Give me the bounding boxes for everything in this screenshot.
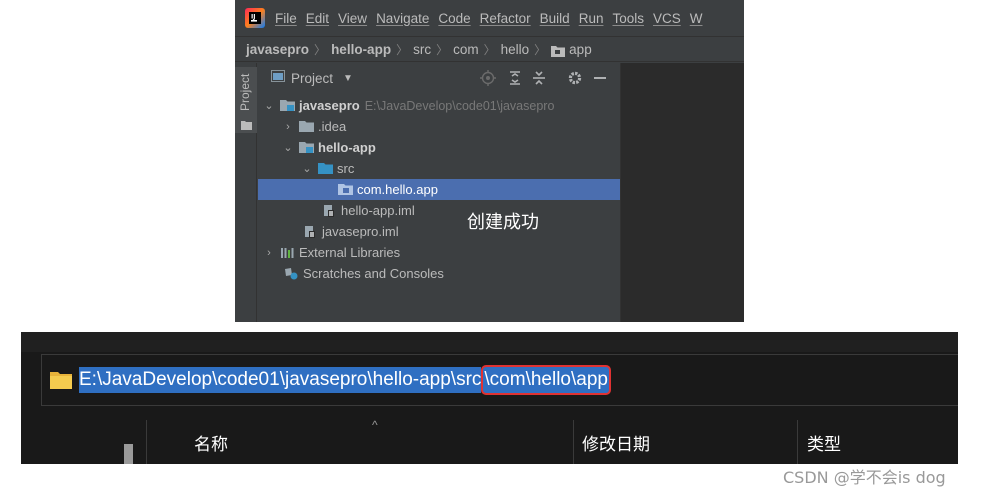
breadcrumb-com[interactable]: com bbox=[453, 42, 479, 57]
column-divider[interactable] bbox=[797, 420, 798, 464]
menu-view[interactable]: View bbox=[338, 11, 367, 26]
dropdown-arrow-icon[interactable]: ▼ bbox=[343, 73, 353, 84]
tree-node-hello-app[interactable]: ⌄ hello-app bbox=[258, 137, 620, 158]
collapse-all-icon[interactable] bbox=[531, 70, 547, 86]
column-divider[interactable] bbox=[146, 420, 147, 464]
chevron-down-icon[interactable]: ⌄ bbox=[301, 162, 313, 175]
tree-label: .idea bbox=[318, 119, 347, 134]
project-panel-header: Project ▼ bbox=[258, 63, 620, 93]
breadcrumb-separator: 〉 bbox=[314, 42, 327, 57]
folder-icon bbox=[50, 371, 72, 389]
menu-file[interactable]: File bbox=[275, 11, 297, 26]
tree-label: javasepro bbox=[299, 98, 360, 113]
gear-icon[interactable] bbox=[567, 70, 583, 86]
chevron-down-icon[interactable]: ⌄ bbox=[282, 141, 294, 154]
project-tool-window: Project ▼ ⌄ javasepro E:\JavaDevelop\cod… bbox=[258, 63, 620, 322]
breadcrumb-hello-app[interactable]: hello-app bbox=[331, 42, 391, 57]
tree-node-external-libraries[interactable]: › External Libraries bbox=[258, 242, 620, 263]
breadcrumb-separator: 〉 bbox=[483, 42, 496, 57]
locate-file-icon[interactable] bbox=[480, 70, 496, 86]
file-explorer-window: E:\JavaDevelop\code01\javasepro\hello-ap… bbox=[21, 332, 958, 464]
tree-node-hello-app-iml[interactable]: hello-app.iml bbox=[258, 200, 620, 221]
tree-label: hello-app bbox=[318, 140, 376, 155]
menu-code[interactable]: Code bbox=[438, 11, 470, 26]
menu-bar: IJ File Edit View Navigate Code Refactor… bbox=[235, 0, 744, 36]
column-header-name[interactable]: 名称 bbox=[194, 430, 228, 455]
tree-label: src bbox=[337, 161, 355, 176]
project-view-selector[interactable]: Project bbox=[291, 71, 333, 86]
iml-file-icon bbox=[303, 225, 319, 238]
breadcrumb-separator: 〉 bbox=[436, 42, 449, 57]
hide-panel-icon[interactable] bbox=[592, 70, 608, 86]
folder-icon bbox=[241, 117, 252, 130]
watermark: CSDN @学不会is dog bbox=[783, 468, 946, 487]
address-path-base: E:\JavaDevelop\code01\javasepro\hello-ap… bbox=[79, 367, 482, 393]
column-header-type[interactable]: 类型 bbox=[807, 430, 841, 455]
breadcrumb-app[interactable]: app bbox=[569, 42, 592, 57]
tree-node-com-hello-app[interactable]: com.hello.app bbox=[258, 179, 620, 200]
menu-run[interactable]: Run bbox=[579, 11, 604, 26]
scrollbar-thumb[interactable] bbox=[124, 444, 133, 464]
module-folder-icon bbox=[280, 99, 296, 112]
menu-vcs[interactable]: VCS bbox=[653, 11, 681, 26]
tool-window-stripe: Project bbox=[235, 63, 257, 322]
source-folder-icon bbox=[318, 162, 334, 175]
folder-icon bbox=[299, 120, 315, 133]
address-path[interactable]: E:\JavaDevelop\code01\javasepro\hello-ap… bbox=[79, 365, 611, 395]
address-bar[interactable]: E:\JavaDevelop\code01\javasepro\hello-ap… bbox=[41, 354, 958, 406]
navigation-breadcrumb: javasepro 〉 hello-app 〉 src 〉 com 〉 hell… bbox=[235, 36, 744, 62]
svg-text:IJ: IJ bbox=[251, 14, 255, 21]
menu-refactor[interactable]: Refactor bbox=[480, 11, 531, 26]
tree-label: Scratches and Consoles bbox=[303, 266, 444, 281]
project-view-icon bbox=[271, 69, 285, 87]
chevron-down-icon[interactable]: ⌄ bbox=[263, 99, 275, 112]
menu-build[interactable]: Build bbox=[540, 11, 570, 26]
module-folder-icon bbox=[299, 141, 315, 154]
tree-node-javasepro[interactable]: ⌄ javasepro E:\JavaDevelop\code01\javase… bbox=[258, 95, 620, 116]
editor-area bbox=[620, 63, 744, 322]
tree-label: com.hello.app bbox=[357, 182, 438, 197]
library-icon bbox=[280, 246, 296, 259]
package-folder-icon bbox=[338, 183, 354, 196]
tree-node-idea[interactable]: › .idea bbox=[258, 116, 620, 137]
chevron-right-icon[interactable]: › bbox=[263, 247, 275, 259]
breadcrumb-src[interactable]: src bbox=[413, 42, 431, 57]
menu-navigate[interactable]: Navigate bbox=[376, 11, 429, 26]
tree-label: hello-app.iml bbox=[341, 203, 415, 218]
tree-node-javasepro-iml[interactable]: javasepro.iml bbox=[258, 221, 620, 242]
intellij-logo-icon[interactable]: IJ bbox=[245, 8, 265, 28]
menu-window[interactable]: W bbox=[690, 11, 703, 26]
menu-edit[interactable]: Edit bbox=[306, 11, 329, 26]
tree-node-scratches[interactable]: Scratches and Consoles bbox=[258, 263, 620, 284]
tree-label: javasepro.iml bbox=[322, 224, 399, 239]
annotation-text: 创建成功 bbox=[467, 212, 539, 233]
address-path-package-circled: \com\hello\app bbox=[481, 365, 611, 395]
tree-node-src[interactable]: ⌄ src bbox=[258, 158, 620, 179]
breadcrumb-hello[interactable]: hello bbox=[501, 42, 530, 57]
scratches-icon bbox=[284, 267, 300, 280]
explorer-top-strip bbox=[21, 332, 958, 352]
breadcrumb-separator: 〉 bbox=[396, 42, 409, 57]
project-tool-label: Project bbox=[238, 73, 252, 111]
chevron-right-icon[interactable]: › bbox=[282, 121, 294, 133]
breadcrumb-separator: 〉 bbox=[534, 42, 547, 57]
package-folder-icon bbox=[551, 45, 566, 57]
tree-path: E:\JavaDevelop\code01\javasepro bbox=[364, 98, 555, 113]
intellij-window: IJ File Edit View Navigate Code Refactor… bbox=[235, 0, 744, 322]
column-divider[interactable] bbox=[573, 420, 574, 464]
tree-label: External Libraries bbox=[299, 245, 401, 260]
sort-caret-icon: ^ bbox=[372, 418, 378, 432]
project-tool-tab[interactable]: Project bbox=[235, 67, 257, 133]
column-header-modified[interactable]: 修改日期 bbox=[582, 430, 650, 455]
expand-all-icon[interactable] bbox=[507, 70, 523, 86]
iml-file-icon bbox=[322, 204, 338, 217]
breadcrumb-javasepro[interactable]: javasepro bbox=[246, 42, 309, 57]
menu-tools[interactable]: Tools bbox=[612, 11, 644, 26]
